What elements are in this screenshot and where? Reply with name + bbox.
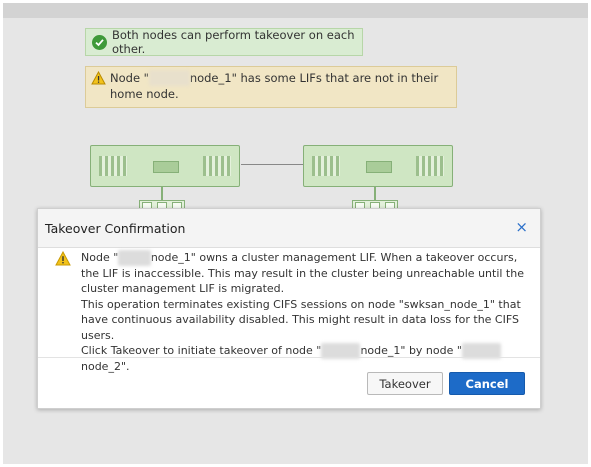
node-1-stem bbox=[161, 187, 163, 201]
node-1-graphic bbox=[90, 145, 240, 187]
top-strip bbox=[3, 3, 588, 18]
interconnect-line bbox=[241, 164, 303, 165]
warning-triangle-icon bbox=[91, 70, 106, 89]
dialog-message: Node "xxxxxnode_1" owns a cluster manage… bbox=[81, 250, 531, 374]
message-line-lif: Node "xxxxxnode_1" owns a cluster manage… bbox=[81, 250, 524, 295]
dialog-divider bbox=[38, 357, 540, 358]
message-line-instruction: Click Takeover to initiate takeover of n… bbox=[81, 343, 531, 374]
check-circle-icon bbox=[92, 34, 107, 50]
takeover-button[interactable]: Takeover bbox=[367, 372, 443, 395]
redacted-name: xxxxxx bbox=[148, 70, 190, 86]
dialog-title: Takeover Confirmation bbox=[45, 221, 186, 236]
lif-warning-banner: Node "xxxxxxnode_1" has some LIFs that a… bbox=[85, 66, 457, 108]
redacted-name: xxxxx bbox=[118, 250, 151, 266]
close-icon[interactable]: × bbox=[515, 218, 528, 236]
message-line-cifs: This operation terminates existing CIFS … bbox=[81, 297, 521, 342]
warning-text: Node "xxxxxxnode_1" has some LIFs that a… bbox=[110, 70, 439, 101]
takeover-dialog: Takeover Confirmation × Node "xxxxxnode_… bbox=[37, 208, 541, 409]
node-2-stem bbox=[374, 187, 376, 201]
node-2-graphic bbox=[303, 145, 453, 187]
dialog-header: Takeover Confirmation × bbox=[38, 209, 540, 248]
warning-triangle-icon bbox=[55, 250, 71, 270]
cancel-button[interactable]: Cancel bbox=[449, 372, 525, 395]
success-text: Both nodes can perform takeover on each … bbox=[112, 28, 355, 56]
success-banner: Both nodes can perform takeover on each … bbox=[85, 28, 363, 56]
